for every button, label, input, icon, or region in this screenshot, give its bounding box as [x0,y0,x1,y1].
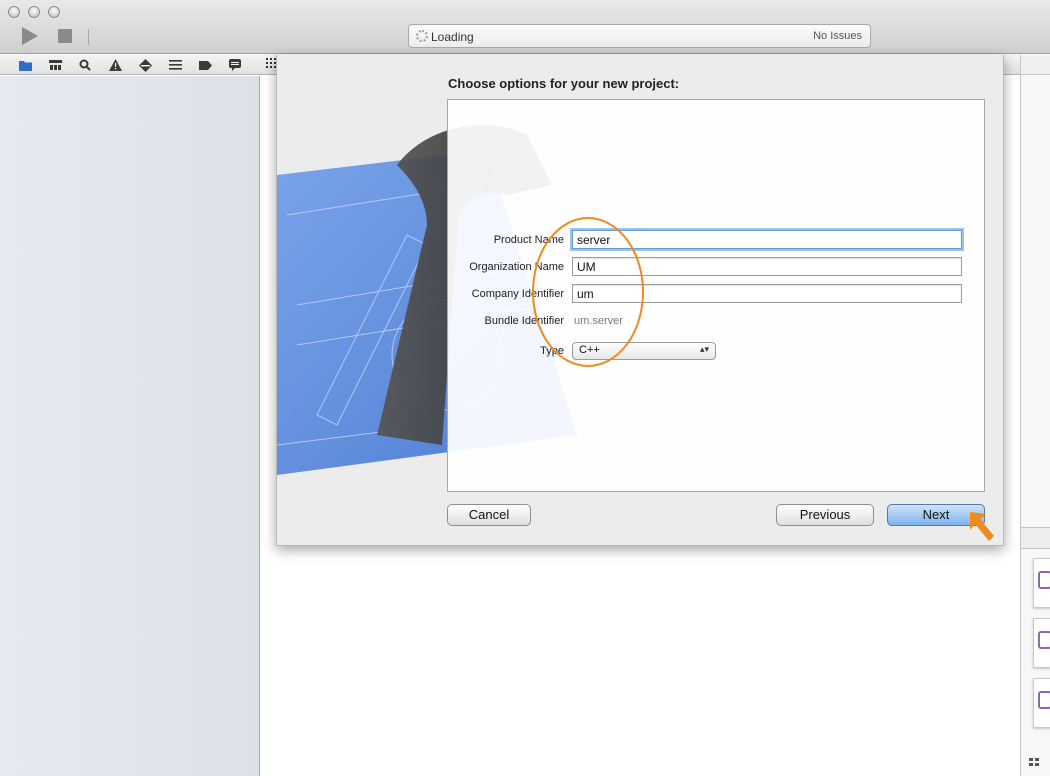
inspector-selector [1021,55,1050,75]
next-button[interactable]: Next [887,504,985,526]
cancel-button[interactable]: Cancel [447,504,531,526]
utilities-panel [1020,55,1050,776]
spinner-icon [416,30,428,42]
type-select-value: C++ [579,344,600,356]
bundle-identifier-label: Bundle Identifier [484,315,565,327]
related-items-icon[interactable] [266,57,276,71]
run-button[interactable] [22,27,38,45]
hierarchy-icon[interactable] [47,58,63,72]
options-panel: Product Name Organization Name Company I… [447,99,985,492]
type-label: Type [540,345,564,357]
product-name-label: Product Name [493,234,564,246]
stop-button[interactable] [58,29,72,43]
activity-viewer: Loading No Issues [408,24,871,48]
navigator-selector-bar [0,55,260,75]
log-icon[interactable] [227,58,243,72]
file-template-icon[interactable] [1033,618,1050,668]
search-icon[interactable] [77,58,93,72]
warning-icon[interactable] [107,58,123,72]
diamond-icon[interactable] [137,58,153,72]
product-name-field[interactable] [572,230,962,249]
grid-view-icon[interactable] [1029,758,1040,770]
minimize-window-button[interactable] [28,6,40,18]
issues-status: No Issues [813,30,862,42]
list-icon[interactable] [167,58,183,72]
close-window-button[interactable] [8,6,20,18]
new-project-sheet: Choose options for your new project: Pro… [276,55,1004,546]
library-selector [1021,527,1050,549]
zoom-window-button[interactable] [48,6,60,18]
toolbar-divider [88,29,89,45]
bundle-identifier-value: um.server [574,315,623,327]
window-toolbar: Loading No Issues [0,0,1050,54]
file-template-icon[interactable] [1033,678,1050,728]
navigator-sidebar [0,76,260,776]
type-select[interactable]: C++ ▴▾ [572,342,716,360]
sheet-title: Choose options for your new project: [448,76,680,91]
company-identifier-field[interactable] [572,284,962,303]
file-template-icon[interactable] [1033,558,1050,608]
previous-button[interactable]: Previous [776,504,874,526]
stepper-arrows-icon: ▴▾ [699,344,709,354]
folder-icon[interactable] [17,58,33,72]
breakpoint-icon[interactable] [197,58,213,72]
activity-status: Loading [431,30,474,44]
organization-name-field[interactable] [572,257,962,276]
organization-name-label: Organization Name [469,261,564,273]
company-identifier-label: Company Identifier [471,288,564,300]
